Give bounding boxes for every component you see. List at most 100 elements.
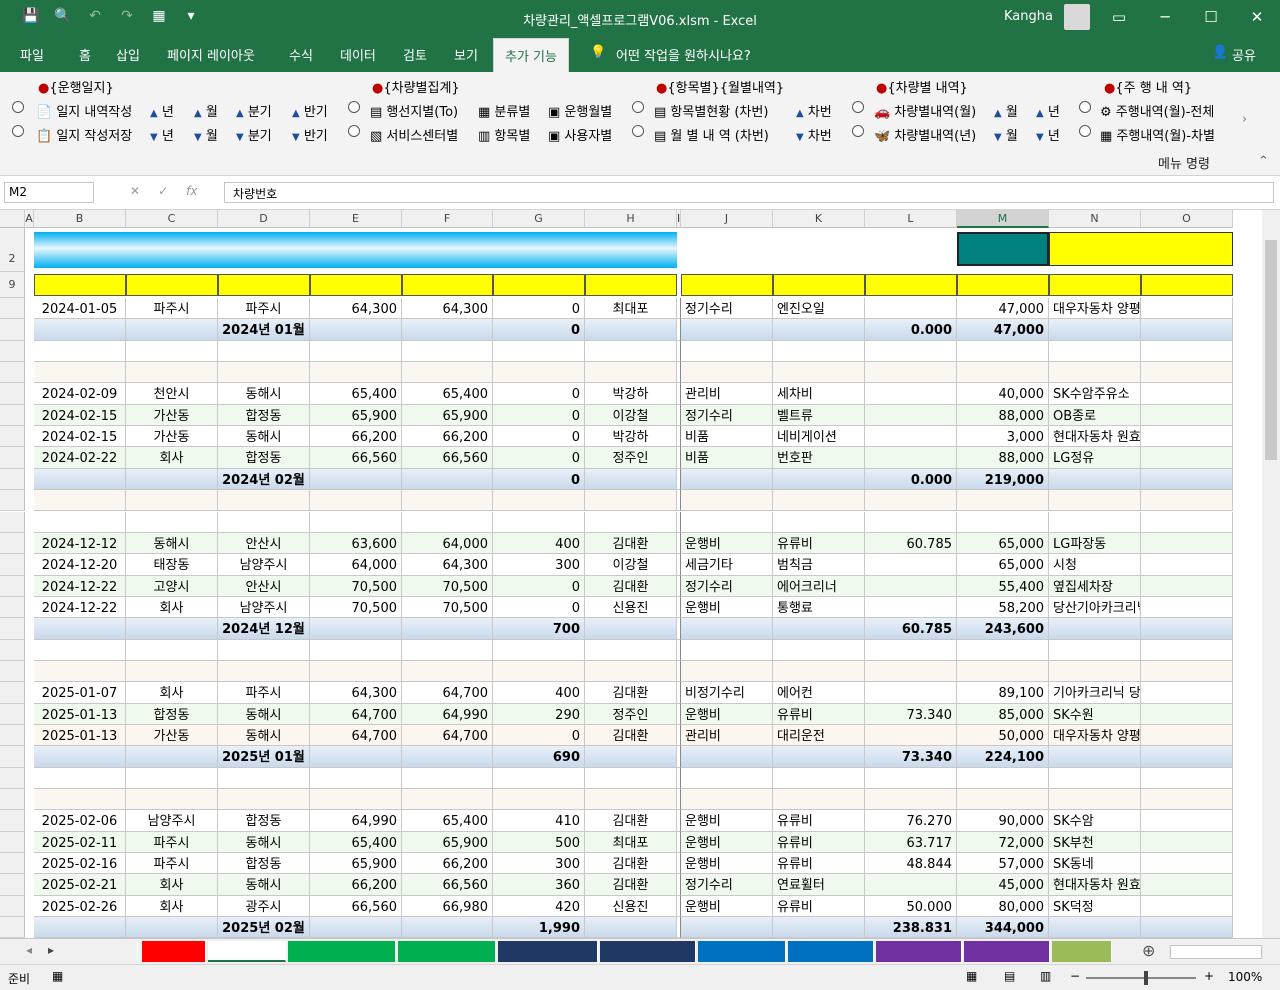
table-cell[interactable] — [1141, 660, 1233, 683]
table-cell[interactable] — [1141, 511, 1233, 533]
table-cell[interactable] — [773, 639, 865, 661]
table-cell[interactable]: 400 — [493, 682, 585, 704]
driving-all-button[interactable]: ⚙ 주행내역(월)-전체 — [1100, 101, 1214, 120]
row-header[interactable] — [0, 511, 25, 533]
table-cell[interactable] — [773, 490, 865, 512]
table-cell[interactable] — [218, 340, 310, 363]
subtotal-cell[interactable]: 2025년 01월 — [218, 746, 310, 768]
row-header-9[interactable]: 9 — [0, 272, 25, 298]
page-layout-view-icon[interactable]: ▤ — [1004, 969, 1015, 983]
table-cell[interactable]: 시청 — [1049, 554, 1141, 576]
table-cell[interactable] — [402, 660, 493, 683]
table-cell[interactable]: 2025-02-11 — [34, 831, 126, 854]
table-cell[interactable] — [585, 340, 677, 363]
user-name[interactable]: Kangha — [1004, 9, 1053, 24]
table-cell[interactable]: 에어컨 — [773, 682, 865, 704]
column-header-j[interactable]: J — [681, 210, 773, 228]
table-cell[interactable] — [402, 362, 493, 384]
table-cell[interactable]: SK수암 — [1049, 810, 1141, 832]
table-cell[interactable] — [402, 639, 493, 661]
table-cell[interactable]: 89,100 — [957, 682, 1049, 704]
table-cell[interactable] — [34, 789, 126, 811]
table-cell[interactable]: 유류비 — [773, 831, 865, 854]
table-cell[interactable] — [34, 511, 126, 533]
table-cell[interactable] — [1141, 639, 1233, 661]
table-cell[interactable]: 66,560 — [402, 447, 493, 469]
subtotal-cell[interactable]: 238.831 — [865, 917, 957, 938]
sheet-tab[interactable] — [288, 941, 396, 962]
table-cell[interactable]: 73.340 — [865, 703, 957, 725]
row-header[interactable] — [0, 618, 25, 640]
subtotal-cell[interactable] — [310, 468, 402, 491]
row-header[interactable] — [0, 596, 25, 619]
table-cell[interactable]: 63,600 — [310, 532, 402, 555]
table-cell[interactable]: SK수원 — [1049, 703, 1141, 725]
table-cell[interactable] — [1141, 298, 1233, 320]
vehicle-yearly-button[interactable]: 🦋 차량별내역(년) — [874, 125, 976, 144]
table-cell[interactable]: 이강철 — [585, 554, 677, 576]
table-cell[interactable] — [585, 490, 677, 512]
table-cell[interactable]: 2024-02-15 — [34, 426, 126, 448]
table-cell[interactable]: 47,000 — [957, 298, 1049, 320]
table-cell[interactable] — [865, 660, 957, 683]
subtotal-cell[interactable] — [585, 319, 677, 341]
table-cell[interactable] — [957, 490, 1049, 512]
subtotal-cell[interactable] — [1049, 468, 1141, 491]
table-cell[interactable]: 2024-12-20 — [34, 554, 126, 576]
table-cell[interactable]: 64,700 — [310, 725, 402, 747]
table-cell[interactable]: 옆집세차장 — [1049, 575, 1141, 597]
table-cell[interactable]: SK수암주유소 — [1049, 383, 1141, 405]
tab-insert[interactable]: 삽입 — [116, 45, 140, 64]
table-cell[interactable] — [493, 767, 585, 790]
table-cell[interactable]: 파주시 — [218, 682, 310, 704]
table-cell[interactable]: 2024-02-15 — [34, 404, 126, 427]
log-write-button[interactable]: 📄 일지 내역작성 — [36, 101, 132, 120]
subtotal-cell[interactable] — [773, 746, 865, 768]
row-header[interactable] — [0, 554, 25, 576]
table-cell[interactable] — [34, 362, 126, 384]
table-cell[interactable] — [310, 789, 402, 811]
column-header-d[interactable]: D — [218, 210, 310, 228]
table-cell[interactable]: 동해시 — [218, 703, 310, 725]
table-cell[interactable]: 64,300 — [402, 554, 493, 576]
table-cell[interactable] — [1049, 490, 1141, 512]
table-cell[interactable] — [681, 511, 773, 533]
table-cell[interactable]: 합정동 — [218, 810, 310, 832]
radio-monthly[interactable] — [632, 125, 644, 140]
table-cell[interactable]: 2024-02-09 — [34, 383, 126, 405]
table-cell[interactable] — [1141, 404, 1233, 427]
table-cell[interactable] — [493, 340, 585, 363]
table-cell[interactable] — [957, 511, 1049, 533]
normal-view-icon[interactable]: ▦ — [966, 969, 977, 983]
half-down-button[interactable]: ▼ 반기 — [292, 125, 328, 144]
table-cell[interactable] — [585, 767, 677, 790]
table-cell[interactable]: 남양주시 — [218, 596, 310, 619]
table-cell[interactable] — [773, 511, 865, 533]
table-cell[interactable] — [1141, 895, 1233, 918]
vd-year-down-button[interactable]: ▼ 년 — [1036, 125, 1060, 144]
subtotal-cell[interactable] — [681, 618, 773, 640]
row-header[interactable] — [0, 319, 25, 341]
table-cell[interactable]: 유류비 — [773, 895, 865, 918]
avatar[interactable] — [1064, 4, 1090, 30]
tab-review[interactable]: 검토 — [403, 45, 427, 64]
table-cell[interactable]: 65,400 — [402, 810, 493, 832]
destination-button[interactable]: ▤ 행선지별(To) — [370, 101, 458, 120]
table-cell[interactable]: 김대환 — [585, 575, 677, 597]
table-cell[interactable] — [865, 682, 957, 704]
subtotal-cell[interactable] — [34, 618, 126, 640]
subtotal-cell[interactable] — [34, 468, 126, 491]
quarter-down-button[interactable]: ▼ 분기 — [236, 125, 272, 144]
row-header[interactable] — [0, 490, 25, 512]
table-cell[interactable] — [34, 340, 126, 363]
table-cell[interactable]: 운행비 — [681, 703, 773, 725]
table-cell[interactable] — [865, 426, 957, 448]
table-cell[interactable]: 김대환 — [585, 853, 677, 875]
subtotal-cell[interactable]: 2024년 01월 — [218, 319, 310, 341]
sheet-tab[interactable] — [698, 941, 786, 962]
zoom-slider-thumb[interactable] — [1144, 971, 1148, 985]
sheet-tab[interactable] — [398, 941, 496, 962]
table-cell[interactable] — [310, 660, 402, 683]
subtotal-cell[interactable] — [402, 917, 493, 938]
table-cell[interactable]: 58,200 — [957, 596, 1049, 619]
